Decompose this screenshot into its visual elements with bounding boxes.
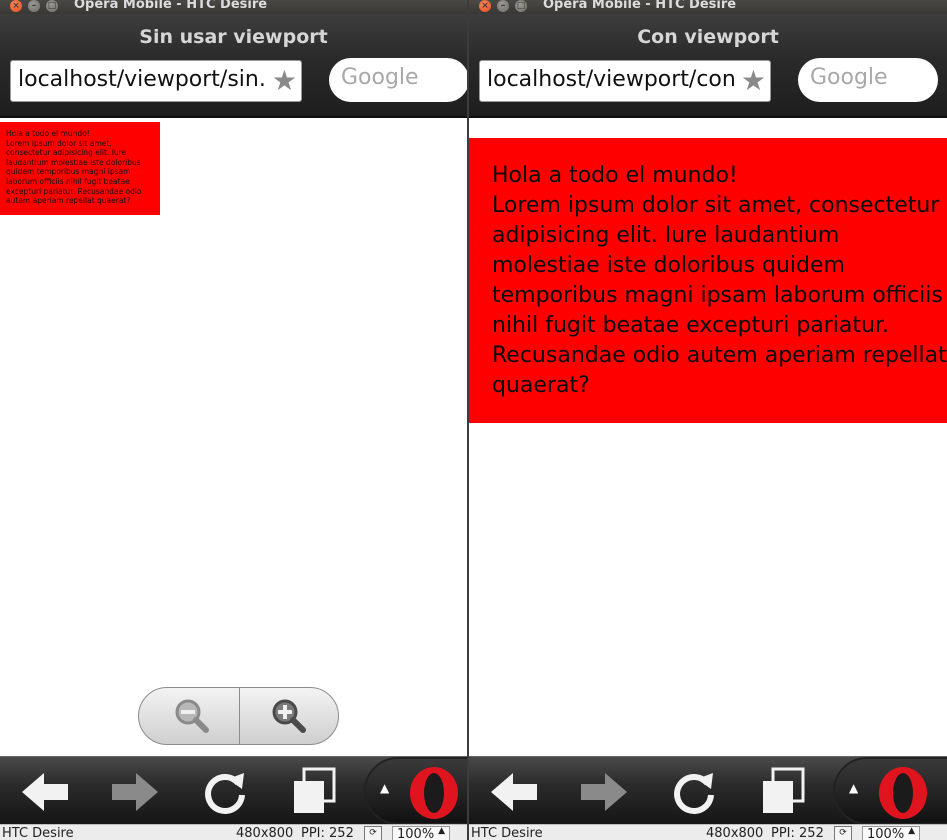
zoom-separator [239,688,240,744]
browser-toolbar: ▲ [469,756,947,825]
minimize-icon[interactable]: – [28,0,40,12]
device-name: HTC Desire [471,826,543,840]
content-heading: Hola a todo el mundo! [6,129,90,138]
search-placeholder: Google [810,65,888,90]
zoom-value: 100% [867,827,905,840]
back-arrow-icon[interactable] [487,765,541,819]
zoom-out-icon[interactable] [172,696,212,736]
ppi-text: PPI: 252 [301,826,354,840]
opera-menu-button[interactable]: ▲ [364,757,467,825]
back-arrow-icon[interactable] [18,765,72,819]
search-field[interactable]: Google [798,58,938,102]
status-bar: HTC Desire 480x800 PPI: 252 ⟳ 100% ▲ [0,824,467,840]
zoom-control [138,687,339,745]
star-icon[interactable]: ★ [741,64,766,98]
resolution-text: 480x800 [706,826,764,840]
content-heading: Hola a todo el mundo! [492,163,738,188]
url-text[interactable]: localhost/viewport/con [487,67,735,92]
window-title: Opera Mobile - HTC Desire [74,0,268,12]
ppi-text: PPI: 252 [771,826,824,840]
opera-logo-icon [410,767,458,819]
tabs-icon[interactable] [288,765,342,819]
search-field[interactable]: Google [329,58,467,102]
forward-arrow-icon[interactable] [577,765,631,819]
address-bar[interactable]: localhost/viewport/sin. ★ [10,60,302,102]
window-titlebar: × – □ Opera Mobile - HTC Desire [0,0,467,14]
rotate-icon[interactable]: ⟳ [834,826,852,840]
resolution-text: 480x800 [236,826,294,840]
chevron-up-icon: ▲ [438,826,445,836]
browser-header: Sin usar viewport localhost/viewport/sin… [0,14,467,118]
content-box: Hola a todo el mundo! Lorem ipsum dolor … [0,122,160,215]
reload-icon[interactable] [198,765,252,819]
opera-logo-icon [879,767,927,819]
url-text[interactable]: localhost/viewport/sin. [18,67,266,92]
minimize-icon[interactable]: – [497,0,509,12]
close-icon[interactable]: × [10,0,22,12]
emulator-window-left: × – □ Opera Mobile - HTC Desire Sin usar… [0,0,467,840]
rotate-icon[interactable]: ⟳ [364,826,382,840]
window-titlebar: × – □ Opera Mobile - HTC Desire [469,0,947,14]
chevron-up-icon: ▲ [908,826,915,836]
forward-arrow-icon[interactable] [108,765,162,819]
close-icon[interactable]: × [479,0,491,12]
address-bar[interactable]: localhost/viewport/con ★ [479,60,771,102]
chevron-up-icon: ▲ [849,781,859,795]
opera-menu-button[interactable]: ▲ [833,757,947,825]
browser-header: Con viewport localhost/viewport/con ★ Go… [469,14,947,118]
content-box: Hola a todo el mundo! Lorem ipsum dolor … [469,138,947,423]
device-name: HTC Desire [2,826,74,840]
reload-icon[interactable] [667,765,721,819]
zoom-value: 100% [397,827,435,840]
tabs-icon[interactable] [757,765,811,819]
emulator-window-right: × – □ Opera Mobile - HTC Desire Con view… [469,0,947,840]
page-title: Con viewport [637,26,779,48]
browser-toolbar: ▲ [0,756,467,825]
maximize-icon[interactable]: □ [46,0,58,12]
chevron-up-icon: ▲ [380,781,390,795]
window-title: Opera Mobile - HTC Desire [543,0,737,12]
star-icon[interactable]: ★ [272,64,297,98]
content-body: Lorem ipsum dolor sit amet, consectetur … [6,138,142,206]
zoom-in-icon[interactable] [269,696,309,736]
content-body: Lorem ipsum dolor sit amet, consectetur … [492,193,947,398]
search-placeholder: Google [341,65,419,90]
maximize-icon[interactable]: □ [515,0,527,12]
zoom-select[interactable]: 100% ▲ [392,826,450,840]
status-bar: HTC Desire 480x800 PPI: 252 ⟳ 100% ▲ [469,824,947,840]
page-title: Sin usar viewport [139,26,328,48]
zoom-select[interactable]: 100% ▲ [862,826,920,840]
